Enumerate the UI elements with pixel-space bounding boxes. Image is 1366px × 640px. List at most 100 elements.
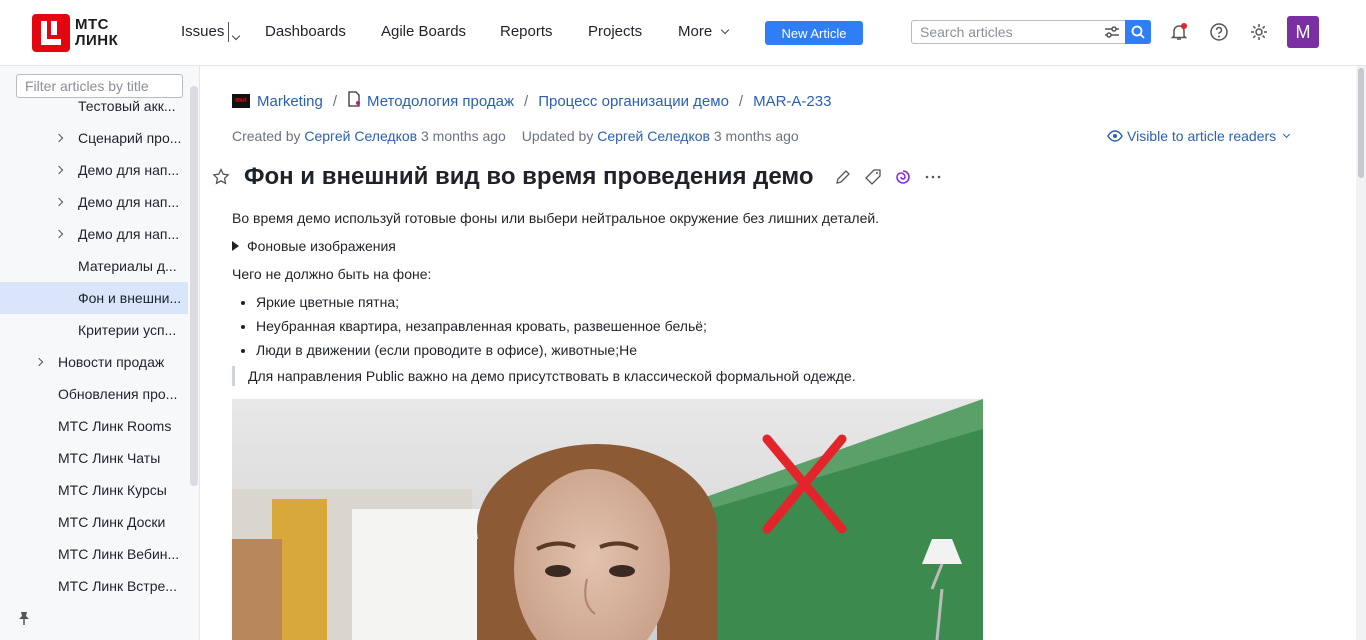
sidebar-tree-item-label: Тестовый акк... — [78, 98, 176, 114]
nav-projects[interactable]: Projects — [588, 23, 642, 40]
updated-when: 3 months ago — [713, 128, 799, 144]
sidebar-tree-item[interactable]: Демо для нап... — [0, 218, 188, 250]
sidebar-tree-item-label: Критерии усп... — [78, 322, 177, 338]
search-filter-icon[interactable] — [1099, 21, 1125, 43]
breadcrumb-level2[interactable]: Процесс организации демо — [538, 93, 729, 110]
nav-agile-boards[interactable]: Agile Boards — [381, 23, 466, 40]
sidebar-tree-item-label: Демо для нап... — [78, 162, 180, 178]
article-title: Фон и внешний вид во время проведения де… — [244, 163, 814, 190]
nav-more[interactable]: More — [678, 23, 730, 40]
brand-logo-text: МТС ЛИНК — [75, 16, 119, 49]
sidebar-tree-item[interactable]: Обновления про... — [0, 378, 188, 410]
search-box — [911, 20, 1151, 44]
details-summary: Фоновые изображения — [247, 238, 396, 254]
eye-icon — [1107, 130, 1123, 142]
sidebar: Тестовый акк... Сценарий про... Демо для н… — [0, 66, 200, 640]
breadcrumb: MAR Marketing / Методология продаж / Про… — [232, 91, 831, 111]
sidebar-scrollbar[interactable] — [190, 86, 198, 486]
sidebar-tree-item[interactable]: Фон и внешни... — [0, 282, 188, 314]
brand-logo[interactable]: МТС ЛИНК — [32, 14, 132, 52]
chevron-right-icon[interactable] — [54, 165, 64, 175]
breadcrumb-separator: / — [332, 92, 338, 110]
created-prefix: Created by — [232, 128, 301, 144]
sidebar-tree-item-label: Сценарий про... — [78, 130, 182, 146]
tag-icon[interactable] — [863, 167, 883, 187]
example-background-photo — [232, 399, 983, 640]
list-item: Люди в движении (если проводите в офисе)… — [256, 340, 1132, 360]
sidebar-tree-item-label: Обновления про... — [58, 386, 178, 402]
article-body: Во время демо используй готовые фоны или… — [232, 208, 1132, 398]
list-item: Яркие цветные пятна; — [256, 292, 1132, 312]
page-scrollbar[interactable] — [1356, 66, 1366, 640]
sidebar-tree-item-label: МТС Линк Встре... — [58, 578, 177, 594]
created-when: 3 months ago — [421, 128, 506, 144]
breadcrumb-project[interactable]: Marketing — [257, 93, 323, 110]
sidebar-tree-item[interactable]: МТС Линк Курсы — [0, 474, 188, 506]
sidebar-tree-item[interactable]: Тестовый акк... — [0, 90, 188, 122]
top-bar: МТС ЛИНК Issues Dashboards Agile Boards … — [0, 0, 1366, 66]
sidebar-tree-item[interactable]: МТС Линк Встре... — [0, 570, 188, 602]
chevron-right-icon[interactable] — [34, 357, 44, 367]
help-icon[interactable] — [1208, 21, 1230, 43]
sidebar-tree-item[interactable]: МТС Линк Доски — [0, 506, 188, 538]
brand-logo-mark — [32, 14, 70, 52]
list-item: Неубранная квартира, незаправленная кров… — [256, 316, 1132, 336]
chevron-right-icon[interactable] — [54, 197, 64, 207]
visibility-dropdown[interactable]: Visible to article readers — [1107, 128, 1291, 144]
bell-icon[interactable] — [1168, 21, 1190, 43]
updated-by-link[interactable]: Сергей Селедков — [597, 128, 710, 144]
details-toggle[interactable]: Фоновые изображения — [232, 236, 1132, 256]
sidebar-tree-item-label: Фон и внешни... — [78, 290, 182, 306]
breadcrumb-separator: / — [524, 92, 529, 110]
caret-right-icon — [232, 241, 239, 251]
sidebar-tree-item-label: МТС Линк Чаты — [58, 450, 161, 466]
breadcrumb-article-id[interactable]: MAR-A-233 — [753, 93, 831, 110]
breadcrumb-level1[interactable]: Методология продаж — [367, 93, 514, 110]
chevron-down-icon — [1283, 130, 1291, 139]
star-icon[interactable] — [211, 167, 231, 187]
avatar[interactable]: M — [1287, 16, 1319, 48]
new-article-button[interactable]: New Article — [765, 21, 863, 45]
sidebar-tree-item-label: МТС Линк Курсы — [58, 482, 167, 498]
article-meta: Created by Сергей Селедков 3 months ago … — [232, 128, 799, 144]
sidebar-tree-item[interactable]: Новости продаж — [0, 346, 188, 378]
updated-prefix: Updated by — [521, 128, 594, 144]
sidebar-tree-item[interactable]: МТС Линк Чаты — [0, 442, 188, 474]
blockquote: Для направления Public важно на демо при… — [232, 366, 1132, 386]
visibility-label: Visible to article readers — [1127, 128, 1277, 144]
edit-pencil-icon[interactable] — [833, 167, 853, 187]
sidebar-tree-item[interactable]: Материалы д... — [0, 250, 188, 282]
nav-divider — [228, 22, 229, 42]
sidebar-tree-item-label: Демо для нап... — [78, 226, 180, 242]
sidebar-tree-item-label: МТС Линк Доски — [58, 514, 166, 530]
sidebar-tree-item[interactable]: МТС Линк Вебин... — [0, 538, 188, 570]
sidebar-tree-item[interactable]: МТС Линк Rooms — [0, 410, 188, 442]
article-intro: Во время демо используй готовые фоны или… — [232, 210, 880, 226]
title-row: Фон и внешний вид во время проведения де… — [206, 163, 948, 191]
sidebar-tree-item[interactable]: Критерии усп... — [0, 314, 188, 346]
sidebar-tree-item-label: МТС Линк Rooms — [58, 418, 172, 434]
article-icon — [347, 91, 361, 111]
search-icon[interactable] — [1125, 20, 1151, 44]
breadcrumb-separator: / — [738, 92, 744, 110]
ai-assistant-icon[interactable] — [893, 167, 913, 187]
issues-dropdown-chevron-icon[interactable] — [231, 26, 241, 43]
nav-issues[interactable]: Issues — [181, 23, 224, 40]
search-input[interactable] — [912, 21, 1099, 43]
sidebar-tree-item[interactable]: Демо для нап... — [0, 154, 188, 186]
chevron-down-icon — [721, 25, 730, 35]
sidebar-tree-item-label: МТС Линк Вебин... — [58, 546, 180, 562]
project-icon: MAR — [232, 94, 250, 108]
sidebar-tree-item-label: Новости продаж — [58, 354, 165, 370]
sidebar-tree-item[interactable]: Демо для нап... — [0, 186, 188, 218]
gear-icon[interactable] — [1248, 21, 1270, 43]
pin-icon[interactable] — [18, 611, 30, 628]
sidebar-tree-item[interactable]: Сценарий про... — [0, 122, 188, 154]
chevron-right-icon[interactable] — [54, 133, 64, 143]
more-actions-icon[interactable] — [923, 167, 943, 187]
created-by-link[interactable]: Сергей Селедков — [304, 128, 417, 144]
nav-more-label: More — [678, 23, 713, 40]
nav-dashboards[interactable]: Dashboards — [265, 23, 346, 40]
chevron-right-icon[interactable] — [54, 229, 64, 239]
nav-reports[interactable]: Reports — [500, 23, 553, 40]
